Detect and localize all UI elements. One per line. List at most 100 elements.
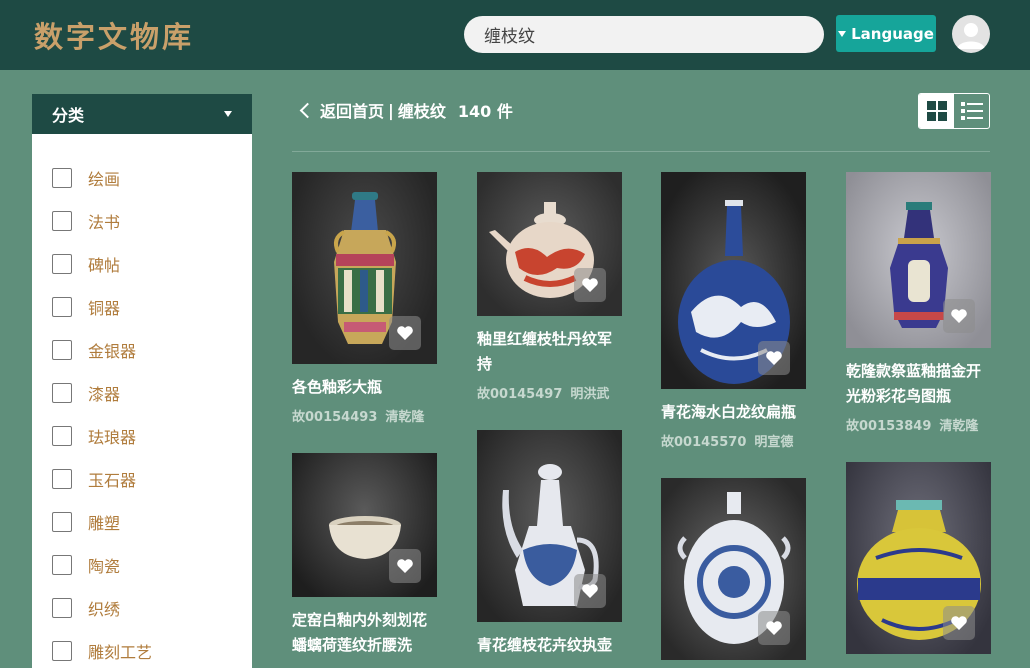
favorite-button[interactable] [389,549,421,583]
artifact-id: 故00154493 [292,410,378,425]
artifact-meta: 故00154493 清乾隆 [292,406,437,425]
category-item[interactable]: 织绣 [32,586,252,629]
category-item[interactable]: 绘画 [32,156,252,199]
artifact-id: 故00153849 [846,419,932,434]
language-label: Language [851,24,934,43]
artifact-card[interactable]: 青花海水白龙纹扁瓶 故00145570 明宣德 [661,172,806,450]
favorite-button[interactable] [943,299,975,333]
category-sidebar: 分类 绘画 法书 碑帖 铜器 金银器 漆器 珐琅器 玉石器 雕塑 陶瓷 织绣 雕… [32,94,252,668]
favorite-button[interactable] [943,606,975,640]
caret-down-icon [224,111,232,117]
artifact-card[interactable]: 青花缠枝花卉纹执壶 [477,430,622,658]
category-checkbox[interactable] [52,511,72,532]
artifact-title[interactable]: 釉里红缠枝牡丹纹军持 [477,327,622,377]
artifact-image[interactable] [846,462,991,654]
category-checkbox[interactable] [52,382,72,403]
category-checkbox[interactable] [52,253,72,274]
back-chevron-icon[interactable] [299,102,316,118]
category-list: 绘画 法书 碑帖 铜器 金银器 漆器 珐琅器 玉石器 雕塑 陶瓷 织绣 雕刻工艺 [32,134,252,668]
category-item[interactable]: 珐琅器 [32,414,252,457]
category-item[interactable]: 铜器 [32,285,252,328]
artifact-dynasty: 明洪武 [570,387,610,402]
category-checkbox[interactable] [52,468,72,489]
artifact-image[interactable] [477,172,622,316]
category-label: 铜器 [88,298,121,318]
category-item[interactable]: 玉石器 [32,457,252,500]
category-item[interactable]: 漆器 [32,371,252,414]
heart-icon [582,278,598,292]
heart-icon [766,621,782,635]
category-item[interactable]: 法书 [32,199,252,242]
artifact-card[interactable]: 定窑白釉内外刻划花蟠螭荷莲纹折腰洗 [292,453,437,658]
artifact-image[interactable] [846,172,991,348]
list-icon [960,102,983,120]
back-home-link[interactable]: 返回首页 [320,98,384,122]
language-button[interactable]: Language [836,15,936,52]
category-checkbox[interactable] [52,597,72,618]
favorite-button[interactable] [574,268,606,302]
category-header[interactable]: 分类 [32,94,252,134]
category-checkbox[interactable] [52,167,72,188]
artifact-dynasty: 明宣德 [754,435,794,450]
user-avatar[interactable] [952,15,990,53]
category-item[interactable]: 雕塑 [32,500,252,543]
artifact-image[interactable] [661,172,806,389]
category-label: 碑帖 [88,255,121,275]
category-checkbox[interactable] [52,339,72,360]
favorite-button[interactable] [758,611,790,645]
category-label: 织绣 [88,599,121,619]
artifact-card[interactable] [846,462,991,654]
artifact-image[interactable] [292,172,437,364]
artifact-card[interactable]: 各色釉彩大瓶 故00154493 清乾隆 [292,172,437,425]
category-item[interactable]: 碑帖 [32,242,252,285]
favorite-button[interactable] [574,574,606,608]
heart-icon [397,326,413,340]
grid-icon [926,101,947,121]
artifact-meta: 故00145497 明洪武 [477,383,622,402]
artifact-card[interactable] [661,478,806,660]
artifact-title[interactable]: 各色釉彩大瓶 [292,375,437,400]
category-label: 绘画 [88,169,121,189]
search-input[interactable] [464,16,824,53]
top-header: 数字文物库 Language [0,0,1030,70]
category-checkbox[interactable] [52,296,72,317]
category-checkbox[interactable] [52,425,72,446]
category-checkbox[interactable] [52,210,72,231]
category-checkbox[interactable] [52,640,72,661]
heart-icon [766,351,782,365]
artifact-title[interactable]: 青花缠枝花卉纹执壶 [477,633,622,658]
artifact-image[interactable] [661,478,806,660]
artifact-image[interactable] [292,453,437,597]
category-title: 分类 [52,106,85,125]
result-count: 140 件 [457,102,513,121]
category-item[interactable]: 雕刻工艺 [32,629,252,668]
category-label: 陶瓷 [88,556,121,576]
site-logo[interactable]: 数字文物库 [34,14,194,56]
heart-icon [582,584,598,598]
category-label: 雕刻工艺 [88,642,153,662]
category-label: 法书 [88,212,121,232]
results-divider [292,151,990,152]
favorite-button[interactable] [389,316,421,350]
category-checkbox[interactable] [52,554,72,575]
artifact-dynasty: 清乾隆 [385,410,425,425]
category-item[interactable]: 金银器 [32,328,252,371]
artifact-image[interactable] [477,430,622,622]
list-view-button[interactable] [954,94,989,128]
category-item[interactable]: 陶瓷 [32,543,252,586]
category-label: 玉石器 [88,470,137,490]
favorite-button[interactable] [758,341,790,375]
category-label: 漆器 [88,384,121,404]
artifact-title[interactable]: 青花海水白龙纹扁瓶 [661,400,806,425]
heart-icon [397,559,413,573]
grid-view-button[interactable] [919,94,954,128]
artifact-title[interactable]: 定窑白釉内外刻划花蟠螭荷莲纹折腰洗 [292,608,437,658]
view-toggle [918,93,990,129]
breadcrumb: 返回首页 | 缠枝纹 140 件 [296,98,513,122]
artifact-title[interactable]: 乾隆款祭蓝釉描金开光粉彩花鸟图瓶 [846,359,991,409]
breadcrumb-separator: | [388,100,394,120]
artifact-id: 故00145570 [661,435,747,450]
artifact-card[interactable]: 釉里红缠枝牡丹纹军持 故00145497 明洪武 [477,172,622,402]
artifact-meta: 故00153849 清乾隆 [846,415,991,434]
artifact-card[interactable]: 乾隆款祭蓝釉描金开光粉彩花鸟图瓶 故00153849 清乾隆 [846,172,991,434]
